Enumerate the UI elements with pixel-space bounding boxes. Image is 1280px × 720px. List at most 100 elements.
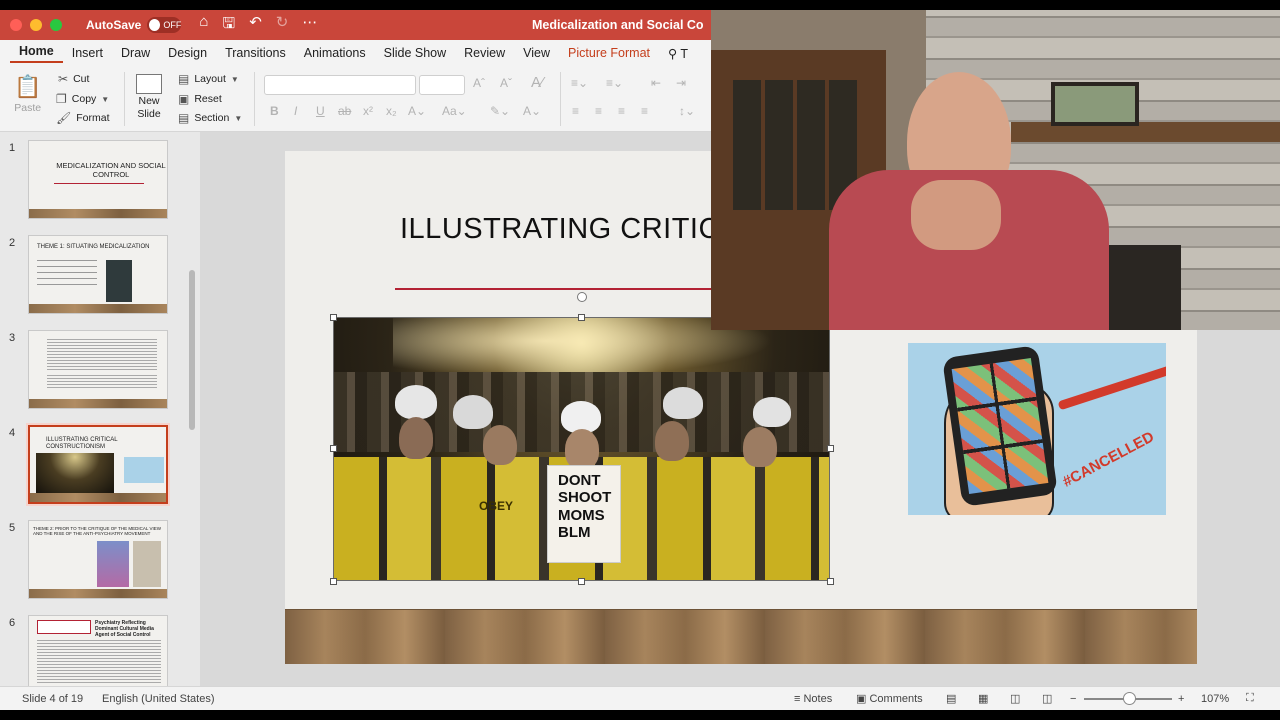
layout-button[interactable]: ▤ Layout ▼ xyxy=(178,72,239,86)
thumbnail-text-block xyxy=(37,640,161,684)
minimize-window-button[interactable] xyxy=(30,19,42,31)
italic-icon[interactable]: I xyxy=(294,104,297,118)
justify-icon[interactable]: ≡ xyxy=(641,104,648,118)
slide-thumbnail-5[interactable]: THEME 2: PRIOR TO THE CRITIQUE OF THE ME… xyxy=(28,520,168,599)
comment-icon: ▣ xyxy=(856,693,867,705)
zoom-slider-knob[interactable] xyxy=(1123,692,1136,705)
language-indicator[interactable]: English (United States) xyxy=(102,693,215,705)
normal-view-icon[interactable]: ▤ xyxy=(946,692,956,705)
save-icon[interactable]: 🖫 xyxy=(222,13,235,38)
increase-indent-icon[interactable]: ⇥ xyxy=(676,76,686,90)
tab-review[interactable]: Review xyxy=(455,46,514,60)
bold-icon[interactable]: B xyxy=(270,104,279,118)
window-controls xyxy=(10,19,62,31)
thumbnail-number: 1 xyxy=(9,142,16,154)
section-icon: ▤ xyxy=(178,111,190,125)
brush-icon: 🖌 xyxy=(56,111,72,125)
thumbnail-book-image xyxy=(97,541,129,587)
tab-design[interactable]: Design xyxy=(159,46,216,60)
font-size-select[interactable] xyxy=(419,75,465,95)
tab-picture-format[interactable]: Picture Format xyxy=(559,46,659,60)
fit-to-window-icon[interactable]: ⛶ xyxy=(1246,692,1254,705)
red-pen-shape xyxy=(1057,364,1166,411)
copy-button[interactable]: ❐ Copy ▼ xyxy=(56,92,109,106)
tab-animations[interactable]: Animations xyxy=(295,46,375,60)
line-spacing-icon[interactable]: ↕⌄ xyxy=(679,104,695,118)
undo-icon[interactable]: ↶ xyxy=(249,13,262,38)
align-center-icon[interactable]: ≡ xyxy=(595,104,602,118)
font-color-icon[interactable]: A⌄ xyxy=(523,104,541,118)
slide-thumbnail-4[interactable]: ILLUSTRATING CRITICAL CONSTRUCTIONISM xyxy=(28,425,168,504)
thumbnail-number: 4 xyxy=(9,427,16,439)
tab-home[interactable]: Home xyxy=(10,44,63,63)
shrink-font-icon[interactable]: Aˇ xyxy=(500,76,512,90)
underline-icon[interactable]: U xyxy=(316,104,325,118)
slide-sorter-icon[interactable]: ▦ xyxy=(978,692,988,705)
presenter-view-icon[interactable]: ◫ xyxy=(1042,692,1052,705)
tab-transitions[interactable]: Transitions xyxy=(216,46,295,60)
new-slide-button[interactable]: New Slide xyxy=(136,74,162,120)
section-button[interactable]: ▤ Section ▼ xyxy=(178,111,242,125)
font-family-select[interactable] xyxy=(264,75,416,95)
numbering-icon[interactable]: ≡⌄ xyxy=(606,76,623,90)
superscript-icon[interactable]: x² xyxy=(363,104,373,118)
slide-thumbnail-2[interactable]: THEME 1: SITUATING MEDICALIZATION xyxy=(28,235,168,314)
thumbnail-text-lines xyxy=(37,260,97,286)
clear-format-icon[interactable]: A⁄ xyxy=(531,74,544,91)
rotate-handle[interactable] xyxy=(577,292,587,302)
close-window-button[interactable] xyxy=(10,19,22,31)
autosave-toggle[interactable]: OFF xyxy=(147,17,182,33)
zoom-out-icon[interactable]: − xyxy=(1070,693,1076,705)
decrease-indent-icon[interactable]: ⇤ xyxy=(651,76,661,90)
resize-handle-e[interactable] xyxy=(827,445,834,452)
resize-handle-nw[interactable] xyxy=(330,314,337,321)
tab-draw[interactable]: Draw xyxy=(112,46,159,60)
slide-thumbnail-3[interactable] xyxy=(28,330,168,409)
tab-tell-me[interactable]: ⚲ T xyxy=(659,46,697,61)
resize-handle-se[interactable] xyxy=(827,578,834,585)
slide-thumbnail-1[interactable]: MEDICALIZATION AND SOCIAL CONTROL xyxy=(28,140,168,219)
tab-view[interactable]: View xyxy=(514,46,559,60)
slide-title[interactable]: ILLUSTRATING CRITICA xyxy=(400,213,740,246)
resize-handle-sw[interactable] xyxy=(330,578,337,585)
reading-view-icon[interactable]: ◫ xyxy=(1010,692,1020,705)
slide-thumbnail-6[interactable]: Psychiatry Reflecting Dominant Cultural … xyxy=(28,615,168,686)
reset-button[interactable]: ▣ Reset xyxy=(178,92,222,106)
text-effects-icon[interactable]: A⌄ xyxy=(408,104,426,118)
zoom-in-icon[interactable]: + xyxy=(1178,693,1184,705)
scissors-icon: ✂ xyxy=(58,72,69,86)
zoom-level[interactable]: 107% xyxy=(1201,693,1229,705)
lightbulb-icon: ⚲ xyxy=(668,46,678,61)
resize-handle-s[interactable] xyxy=(578,578,585,585)
home-icon[interactable]: ⌂ xyxy=(199,13,208,38)
change-case-icon[interactable]: Aa⌄ xyxy=(442,104,467,118)
resize-handle-w[interactable] xyxy=(330,445,337,452)
tab-insert[interactable]: Insert xyxy=(63,46,112,60)
resize-handle-n[interactable] xyxy=(578,314,585,321)
redo-icon[interactable]: ↻ xyxy=(276,13,289,38)
format-painter-button[interactable]: 🖌 Format xyxy=(56,111,110,125)
image-selection-frame xyxy=(333,317,830,581)
strikethrough-icon[interactable]: ab xyxy=(338,104,351,118)
cut-button[interactable]: ✂ Cut xyxy=(58,72,89,86)
copy-label: Copy xyxy=(71,93,97,105)
align-left-icon[interactable]: ≡ xyxy=(572,104,579,118)
subscript-icon[interactable]: x₂ xyxy=(386,104,397,118)
thumbnail-book-image xyxy=(106,260,132,302)
thumbnail-text-block xyxy=(47,339,157,371)
align-right-icon[interactable]: ≡ xyxy=(618,104,625,118)
cancelled-cartoon-image[interactable]: #CANCELLED xyxy=(908,343,1166,515)
highlight-icon[interactable]: ✎⌄ xyxy=(490,104,510,118)
thumbnails-scrollbar[interactable] xyxy=(189,270,195,430)
grow-font-icon[interactable]: Aˆ xyxy=(473,76,485,90)
comments-button[interactable]: ▣ Comments xyxy=(856,692,923,705)
notes-button[interactable]: ≡ Notes xyxy=(794,693,832,705)
zoom-window-button[interactable] xyxy=(50,19,62,31)
reset-icon: ▣ xyxy=(178,92,190,106)
thumbnail-rule xyxy=(54,183,144,184)
tab-slide-show[interactable]: Slide Show xyxy=(375,46,456,60)
format-label: Format xyxy=(76,112,110,124)
more-icon[interactable]: ⋯ xyxy=(302,13,317,38)
bullets-icon[interactable]: ≡⌄ xyxy=(571,76,588,90)
paste-button[interactable]: 📋 Paste xyxy=(14,74,41,114)
